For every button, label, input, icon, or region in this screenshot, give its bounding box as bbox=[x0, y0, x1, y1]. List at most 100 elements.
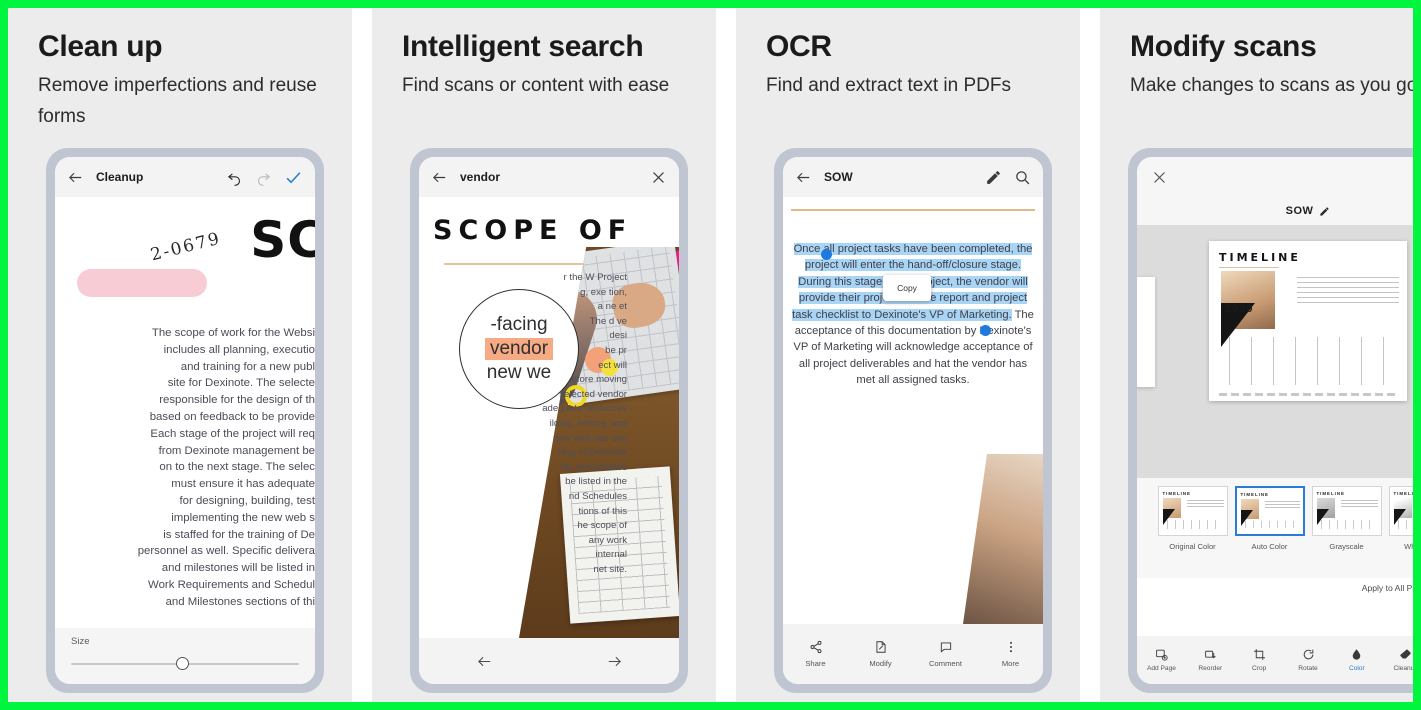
document-line: any work bbox=[588, 534, 627, 546]
copy-tooltip[interactable]: Copy bbox=[883, 275, 931, 301]
close-icon[interactable] bbox=[1151, 169, 1168, 186]
pencil-icon[interactable] bbox=[985, 169, 1002, 186]
panel-subtitle: Remove imperfections and reuse forms bbox=[38, 75, 317, 127]
arrow-left-icon[interactable] bbox=[795, 169, 812, 186]
loupe-highlight-term: vendor bbox=[484, 338, 554, 360]
filter-original-color[interactable]: TIMELINE Original Color bbox=[1157, 486, 1228, 578]
phone-screen: vendor SCOPE OF r the W Project g, exe t… bbox=[419, 157, 679, 684]
document-line: Work Requirements and Schedul bbox=[148, 578, 315, 591]
modify-appbar: Save bbox=[1137, 157, 1413, 197]
tab-modify[interactable]: Modify bbox=[848, 640, 913, 668]
current-page-preview[interactable]: TIMELINE 2020 bbox=[1209, 241, 1407, 401]
check-icon[interactable] bbox=[284, 168, 303, 187]
document-line: new web site and bbox=[552, 432, 627, 444]
thumb-grid bbox=[1320, 520, 1377, 529]
close-icon[interactable] bbox=[650, 169, 667, 186]
size-label: Size bbox=[71, 636, 90, 647]
pink-highlight-blob bbox=[77, 269, 207, 297]
doc-heading: SCOPE OF bbox=[433, 215, 633, 246]
loupe-line-1: -facing bbox=[490, 314, 548, 335]
document-line: personnel as well. Specific delivera bbox=[137, 545, 315, 558]
tool-label: Rotate bbox=[1298, 665, 1318, 672]
document-line: and milestones will be listed in bbox=[161, 562, 315, 575]
feature-panel-cleanup: Clean up Remove imperfections and reuse … bbox=[8, 8, 352, 702]
document-line: must ensure it has adequate bbox=[171, 478, 315, 491]
appbar-title: Cleanup bbox=[96, 170, 144, 184]
tab-comment[interactable]: Comment bbox=[913, 640, 978, 668]
selection-handle-end[interactable] bbox=[980, 325, 991, 336]
phone-mockup: Cleanup SC 2-0679 The scope of work for … bbox=[46, 148, 324, 693]
size-slider-track[interactable] bbox=[71, 657, 299, 670]
arrow-left-icon[interactable] bbox=[431, 169, 448, 186]
redo-icon[interactable] bbox=[255, 169, 272, 186]
apply-all-label: Apply to All Pages bbox=[1361, 583, 1413, 593]
tool-label: Color bbox=[1348, 665, 1365, 672]
tab-label: Comment bbox=[929, 659, 962, 668]
search-appbar: vendor bbox=[419, 157, 679, 197]
document-body[interactable]: Once all project tasks have been complet… bbox=[789, 241, 1037, 389]
document-name: SOW bbox=[1285, 205, 1314, 217]
search-query-text[interactable]: vendor bbox=[460, 170, 500, 184]
filter-thumbnail: TIMELINE bbox=[1234, 486, 1305, 536]
tool-label: Crop bbox=[1252, 665, 1267, 672]
filter-thumbnail: TIMELINE bbox=[1388, 486, 1413, 536]
tab-more[interactable]: More bbox=[978, 640, 1043, 668]
tool-cleanup[interactable]: Cleanup bbox=[1381, 648, 1413, 672]
tab-label: Share bbox=[805, 659, 826, 668]
page-preview-stage: TIMELINE 2020 bbox=[1137, 225, 1413, 478]
filter-whiteboard[interactable]: TIMELINE Whiteboard bbox=[1388, 486, 1413, 578]
document-line: r the W Project bbox=[563, 272, 627, 283]
share-icon bbox=[809, 640, 823, 654]
feature-panel-search: Intelligent search Find scans or content… bbox=[372, 8, 716, 702]
document-line: The scope of work for the Websi bbox=[151, 327, 315, 339]
rotate-icon bbox=[1302, 648, 1315, 661]
thumb-paragraph bbox=[1186, 498, 1224, 507]
document-line: includes all planning, executio bbox=[163, 343, 315, 356]
arrow-left-icon[interactable] bbox=[67, 169, 84, 186]
tab-label: More bbox=[1001, 659, 1020, 668]
thumb-heading: TIMELINE bbox=[1240, 492, 1269, 497]
filter-auto-color[interactable]: TIMELINE Auto Color bbox=[1234, 486, 1305, 578]
undo-icon[interactable] bbox=[226, 169, 243, 186]
thumb-paragraph bbox=[1264, 499, 1300, 508]
previous-page-peek[interactable] bbox=[1137, 277, 1155, 387]
filter-grayscale[interactable]: TIMELINE Grayscale bbox=[1311, 486, 1382, 578]
modify-bottom-toolbar: Add Page Reorder Crop Rotate Color Clean… bbox=[1137, 636, 1413, 684]
document-line: be listed in the bbox=[565, 476, 627, 488]
size-slider-knob[interactable] bbox=[175, 657, 189, 670]
document-line: ilding, testing, and bbox=[549, 417, 627, 429]
tool-reorder[interactable]: Reorder bbox=[1186, 648, 1235, 672]
reorder-icon bbox=[1204, 648, 1217, 661]
tool-crop[interactable]: Crop bbox=[1235, 648, 1284, 672]
preview-heading: TIMELINE bbox=[1219, 251, 1301, 264]
document-line: nd Schedules bbox=[568, 490, 627, 502]
phone-mockup: Save SOW TIMELINE 2020 bbox=[1128, 148, 1413, 693]
pencil-icon[interactable] bbox=[1319, 206, 1330, 217]
doc-rule bbox=[791, 209, 1035, 211]
document-line: implementing the new web s bbox=[171, 511, 315, 524]
cleanup-appbar: Cleanup bbox=[55, 157, 315, 197]
thumb-grid bbox=[1166, 520, 1223, 529]
tool-rotate[interactable]: Rotate bbox=[1284, 648, 1333, 672]
document-line: he scope of bbox=[577, 520, 627, 532]
filter-label: Auto Color bbox=[1251, 542, 1288, 551]
cleanup-document: SC 2-0679 The scope of work for the Webs… bbox=[55, 197, 315, 628]
selection-handle-start[interactable] bbox=[821, 249, 832, 260]
phone-screen: Save SOW TIMELINE 2020 bbox=[1137, 157, 1413, 684]
tool-label: Add Page bbox=[1146, 665, 1176, 672]
tab-share[interactable]: Share bbox=[783, 640, 848, 668]
search-result-nav bbox=[419, 638, 679, 684]
apply-to-all-pages-row: Apply to All Pages bbox=[1362, 581, 1413, 595]
search-document: SCOPE OF r the W Project g, exe tion, a … bbox=[419, 197, 679, 638]
tool-add-page[interactable]: Add Page bbox=[1137, 648, 1186, 672]
tool-color[interactable]: Color bbox=[1332, 648, 1381, 672]
search-icon[interactable] bbox=[1014, 169, 1031, 186]
panel-title: OCR bbox=[766, 30, 832, 63]
filter-label: Whiteboard bbox=[1404, 542, 1413, 551]
phone-mockup: SOW Once all project tasks have been com… bbox=[774, 148, 1052, 693]
size-slider-bar: Size bbox=[55, 628, 315, 684]
arrow-right-icon[interactable] bbox=[606, 653, 623, 670]
copy-label: Copy bbox=[897, 283, 917, 293]
arrow-left-icon[interactable] bbox=[476, 653, 493, 670]
phone-mockup: vendor SCOPE OF r the W Project g, exe t… bbox=[410, 148, 688, 693]
